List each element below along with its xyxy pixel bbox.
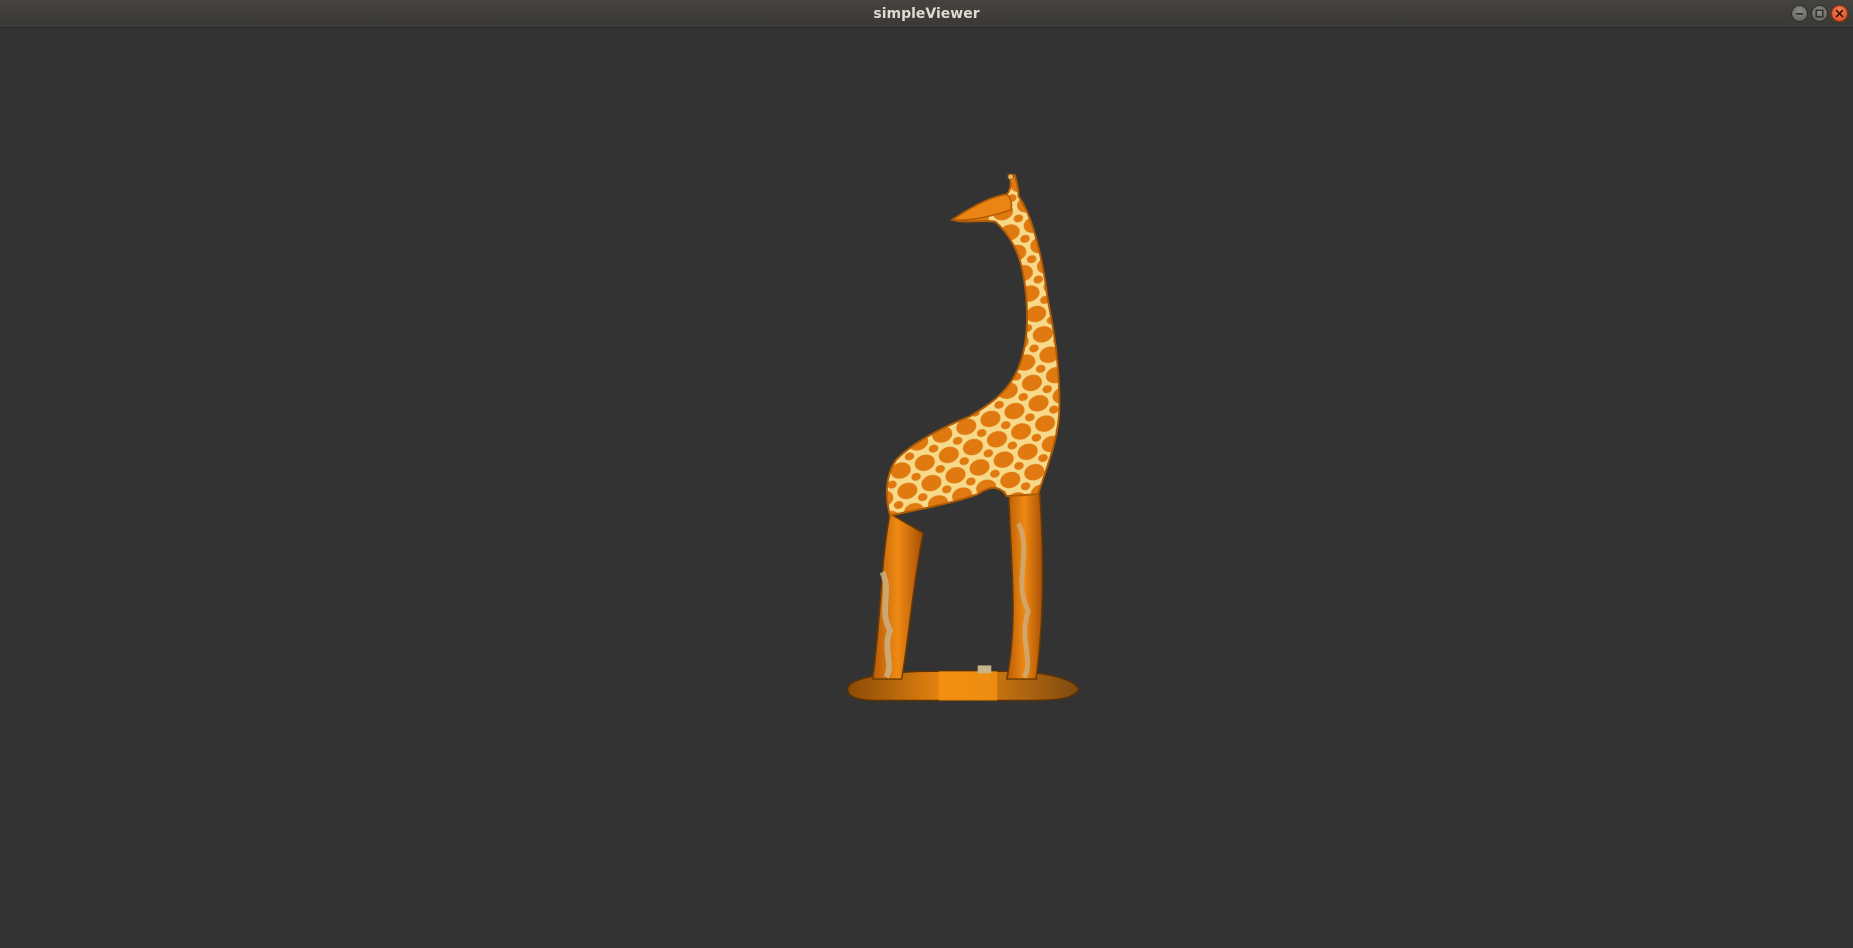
giraffe-body [885, 173, 1061, 517]
minimize-icon [1796, 13, 1803, 15]
minimize-button[interactable] [1791, 5, 1808, 22]
maximize-button[interactable] [1811, 5, 1828, 22]
title-bar[interactable]: simpleViewer [0, 0, 1853, 28]
ossicone [1007, 173, 1015, 181]
window-title: simpleViewer [873, 6, 980, 22]
close-button[interactable] [1831, 5, 1848, 22]
giraffe-model [846, 173, 1080, 702]
close-icon [1835, 9, 1844, 18]
app-window: simpleViewer [0, 0, 1853, 948]
window-controls [1791, 5, 1848, 23]
back-leg [871, 512, 924, 680]
maximize-icon [1815, 9, 1824, 18]
3d-viewport[interactable] [0, 28, 1853, 948]
